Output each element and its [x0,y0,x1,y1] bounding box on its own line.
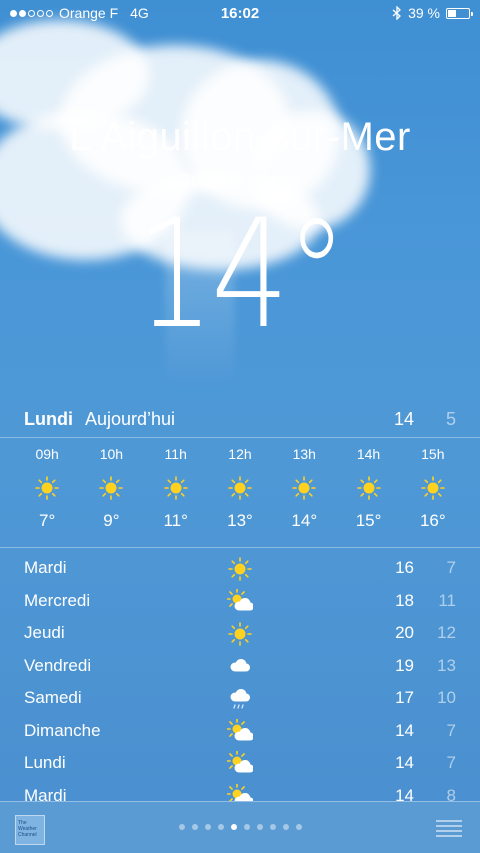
hour-temperature: 7° [39,511,56,530]
hourly-item: 13h 14° [272,443,336,543]
page-dot[interactable] [191,824,198,830]
battery-icon [446,7,473,19]
today-label: Aujourd’hui [84,408,176,429]
day-low: 7 [446,558,456,578]
page-dot[interactable] [178,824,185,830]
hour-temperature: 13° [227,511,253,530]
clock: 16:02 [220,4,260,22]
hour-temperature: 11° [163,511,188,530]
daily-row: Mardi 16 7 [24,552,456,585]
day-high: 16 [395,558,414,578]
current-temperature: 14° [135,188,347,362]
hour-temperature: 14° [291,511,318,530]
page-dot[interactable] [243,824,250,830]
page-dot[interactable] [269,824,276,830]
today-summary: Lundi Aujourd’hui 14 5 [24,404,456,434]
day-low: 11 [438,590,456,610]
daily-forecast[interactable]: Mardi 16 7 Mercredi 18 11 Jeudi 20 12 Vendredi 19 1… [24,552,456,812]
divider [0,547,480,548]
divider [0,437,480,438]
hour-temperature: 9° [103,511,120,530]
page-dot[interactable] [230,824,237,830]
day-low: 7 [446,720,456,740]
page-dot[interactable] [295,824,302,830]
bottom-bar: The Weather Channel [0,801,480,853]
sun-icon [227,621,253,647]
sun-icon [291,475,317,501]
hour-time: 12h [228,446,252,462]
today-low: 5 [445,408,456,429]
cloud-icon [227,654,253,680]
hourly-item: 14h 15° [336,443,400,543]
hour-temperature: 15° [355,511,382,530]
hour-time: 10h [99,446,124,462]
partly-cloudy-icon [226,587,254,615]
weather-channel-logo[interactable]: The Weather Channel [15,815,45,845]
daily-row: Vendredi 19 13 [24,650,456,683]
sun-icon [163,475,189,501]
daily-row: Mercredi 18 11 [24,585,456,618]
day-low: 7 [446,753,456,773]
partly-cloudy-icon [226,750,254,777]
sun-icon [227,556,253,582]
hour-temperature: 16° [419,511,446,530]
sun-icon [98,475,124,501]
city-name: L'Aiguillon-sur-Mer [69,115,411,159]
sun-icon [227,475,253,501]
hour-time: 15h [421,446,445,462]
rain-icon [227,686,253,712]
day-high: 20 [395,623,414,643]
partly-cloudy-icon [226,717,254,745]
daily-row: Jeudi 20 12 [24,617,456,650]
day-high: 19 [395,655,414,675]
daily-row: Dimanche 14 7 [24,715,456,748]
day-high: 18 [395,590,414,610]
hourly-forecast[interactable]: 09h 7° 10h 9° 11h 11° 12h 13° 13h 14° 14h 15° 15h 16° [15,443,465,543]
day-low: 10 [437,688,456,708]
daily-row: Lundi 14 7 [24,747,456,780]
hour-time: 14h [356,446,381,462]
today-high: 14 [393,408,414,429]
day-high: 14 [395,753,414,773]
sun-icon [420,475,446,501]
page-dot[interactable] [217,824,224,830]
current-condition: Belles éclaircies [179,170,301,189]
page-dot[interactable] [204,824,211,830]
page-indicator[interactable] [0,824,480,830]
today-day: Lundi [24,408,73,429]
day-high: 17 [395,688,414,708]
hourly-item: 15h 16° [401,443,465,543]
day-high: 14 [395,720,414,740]
daily-row: Samedi 17 10 [24,682,456,715]
hour-time: 09h [35,446,59,462]
status-bar: Orange F 4G 16:02 39 % [0,0,480,26]
hourly-item: 12h 13° [208,443,272,543]
hour-time: 11h [164,446,187,462]
hourly-item: 11h 11° [144,443,208,543]
sun-icon [356,475,382,501]
hour-time: 13h [292,446,316,462]
day-low: 12 [437,623,456,643]
hourly-item: 10h 9° [79,443,143,543]
sun-icon [34,475,60,501]
hourly-item: 09h 7° [15,443,79,543]
list-icon[interactable] [436,819,462,837]
page-dot[interactable] [282,824,289,830]
page-dot[interactable] [256,824,263,830]
day-low: 13 [437,655,456,675]
